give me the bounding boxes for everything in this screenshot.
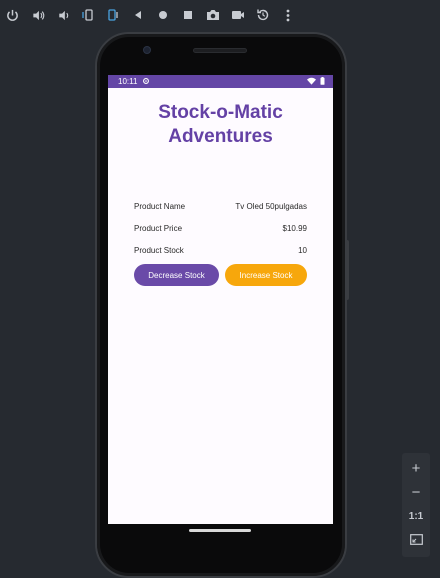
zoom-controls: + − 1:1: [402, 453, 430, 557]
snapshot-icon[interactable]: [250, 1, 275, 29]
screen-record-icon[interactable]: [225, 1, 250, 29]
product-stock-row: Product Stock 10: [134, 239, 307, 261]
product-price-value: $10.99: [282, 223, 307, 233]
earpiece-speaker: [193, 48, 247, 53]
device-screen: 10:11 Stock-o-Matic Adventures Product N…: [108, 75, 333, 524]
status-time: 10:11: [118, 77, 138, 86]
rotate-right-icon[interactable]: [100, 1, 125, 29]
gesture-home-bar[interactable]: [189, 529, 251, 532]
status-bar: 10:11: [108, 75, 333, 88]
volume-up-icon[interactable]: [25, 1, 50, 29]
volume-down-icon[interactable]: [50, 1, 75, 29]
product-stock-value: 10: [298, 245, 307, 255]
zoom-in-button[interactable]: +: [404, 460, 428, 478]
fit-screen-icon[interactable]: [404, 532, 428, 550]
product-price-label: Product Price: [134, 223, 183, 233]
battery-icon: [320, 76, 325, 87]
product-name-row: Product Name Tv Oled 50pulgadas: [134, 195, 307, 217]
product-name-value: Tv Oled 50pulgadas: [235, 201, 307, 211]
wifi-icon: [307, 77, 316, 87]
front-camera: [143, 46, 151, 54]
zoom-out-button[interactable]: −: [404, 484, 428, 502]
overview-icon[interactable]: [175, 1, 200, 29]
product-price-row: Product Price $10.99: [134, 217, 307, 239]
power-icon[interactable]: [0, 1, 25, 29]
product-name-label: Product Name: [134, 201, 186, 211]
app-title-line2: Adventures: [168, 126, 273, 147]
stock-buttons: Decrease Stock Increase Stock: [134, 264, 307, 286]
home-icon[interactable]: [150, 1, 175, 29]
rotate-left-icon[interactable]: [75, 1, 100, 29]
back-icon[interactable]: [125, 1, 150, 29]
side-button[interactable]: [346, 240, 349, 300]
settings-gear-icon: [142, 77, 150, 87]
product-details: Product Name Tv Oled 50pulgadas Product …: [134, 195, 307, 261]
emulator-toolbar: [0, 0, 300, 30]
app-title: Stock-o-Matic Adventures: [108, 101, 333, 149]
decrease-stock-button[interactable]: Decrease Stock: [134, 264, 219, 286]
actual-size-button[interactable]: 1:1: [404, 508, 428, 526]
screenshot-icon[interactable]: [200, 1, 225, 29]
app-title-line1: Stock-o-Matic: [158, 102, 283, 123]
product-stock-label: Product Stock: [134, 245, 184, 255]
more-icon[interactable]: [275, 1, 300, 29]
increase-stock-button[interactable]: Increase Stock: [225, 264, 307, 286]
